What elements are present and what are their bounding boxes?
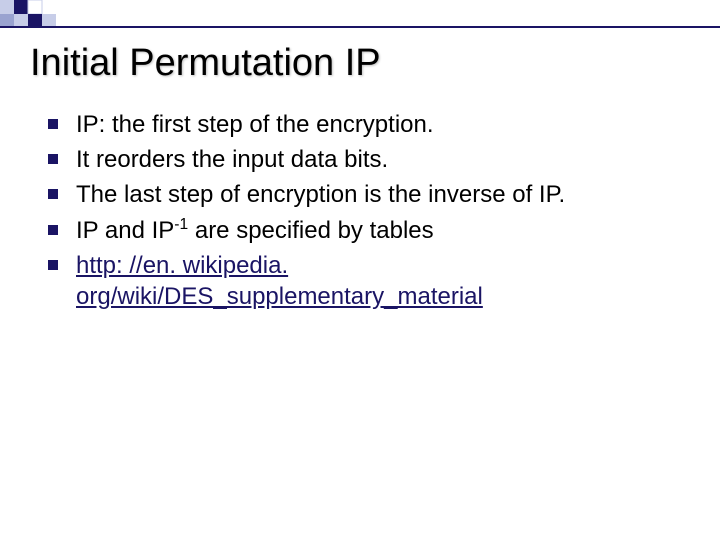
link-text: http: //en. wikipedia. org/wiki/DES_supp…: [76, 252, 483, 310]
bullet-suffix: are specified by tables: [188, 217, 433, 244]
bullet-item: http: //en. wikipedia. org/wiki/DES_supp…: [48, 250, 690, 312]
superscript: -1: [174, 216, 188, 233]
slide-title: Initial Permutation IP: [30, 42, 690, 85]
bullet-list: IP: the first step of the encryption. It…: [30, 109, 690, 312]
bullet-text: It reorders the input data bits.: [76, 146, 388, 173]
slide-content: Initial Permutation IP IP: the first ste…: [30, 42, 690, 316]
bullet-item: IP and IP-1 are specified by tables: [48, 215, 690, 246]
bullet-item: It reorders the input data bits.: [48, 144, 690, 175]
bullet-text: IP: the first step of the encryption.: [76, 111, 434, 138]
bullet-item: IP: the first step of the encryption.: [48, 109, 690, 140]
bullet-item: The last step of encryption is the inver…: [48, 179, 690, 210]
corner-decoration: [0, 0, 150, 26]
horizontal-rule: [0, 26, 720, 28]
bullet-text: The last step of encryption is the inver…: [76, 181, 565, 208]
bullet-prefix: IP and IP: [76, 217, 174, 244]
